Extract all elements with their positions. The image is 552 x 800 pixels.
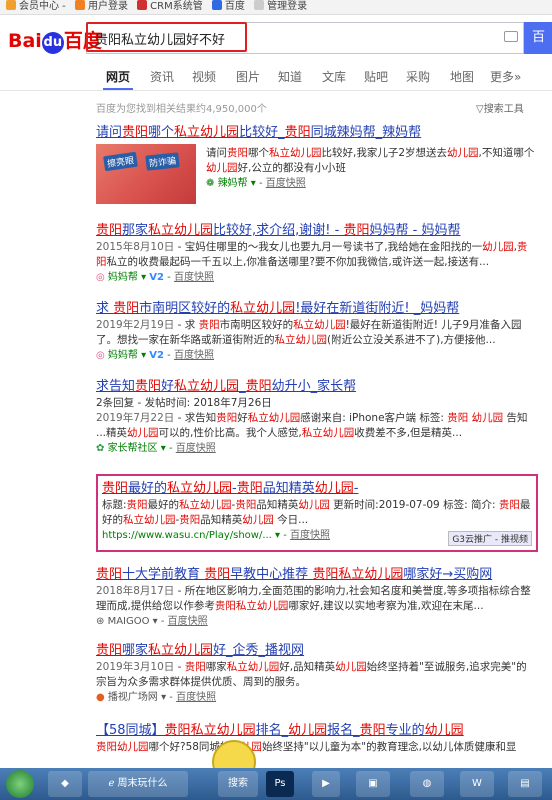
result-desc: 2019年7月22日 - 求告知贵阳好私立幼儿园感谢来自: iPhone客户端 …: [96, 412, 528, 439]
result-title[interactable]: 贵阳最好的私立幼儿园-贵阳品知精英幼儿园-: [102, 480, 532, 498]
tab-wenku[interactable]: 文库: [322, 68, 346, 85]
result-body: 请问贵阳哪个私立幼儿园比较好,我家儿子2岁想送去幼儿园,不知道哪个幼儿园好,公立…: [206, 146, 536, 191]
maigoo-icon: ⊛: [96, 616, 108, 627]
search-tabs: 网页 资讯 视频 图片 知道 文库 贴吧 采购 地图 更多»: [0, 60, 552, 91]
tab-tieba[interactable]: 贴吧: [364, 68, 388, 85]
result-item: 贵阳那家私立幼儿园比较好,求介绍,谢谢! - 贵阳妈妈帮 - 妈妈帮 2015年…: [96, 222, 536, 285]
app-icon[interactable]: ◆: [48, 771, 82, 797]
tab-web[interactable]: 网页: [106, 68, 130, 85]
start-button[interactable]: [6, 770, 34, 798]
bookmark-item[interactable]: 管理登录: [254, 0, 307, 13]
snapshot-link[interactable]: 百度快照: [176, 443, 216, 454]
search-task[interactable]: 搜索: [218, 771, 258, 797]
result-source: ✿ 家长帮社区 ▾ - 百度快照: [96, 443, 216, 454]
page-icon: [254, 0, 265, 10]
search-header: Baidu百度 百: [0, 16, 552, 60]
user-icon: [74, 0, 85, 10]
bookmark-item[interactable]: 百度: [211, 0, 245, 13]
snapshot-link[interactable]: 百度快照: [290, 530, 330, 541]
folder-icon[interactable]: ▤: [508, 771, 542, 797]
result-desc: 贵阳幼儿园哪个好?58同城的幼儿园始终坚持"以儿童为本"的教育理念,以幼儿体质健…: [96, 741, 517, 753]
tab-purchase[interactable]: 采购: [406, 68, 430, 85]
result-source: ◎ 妈妈帮 ▾ V2 - 百度快照: [96, 272, 214, 283]
tab-more[interactable]: 更多»: [490, 68, 521, 85]
result-desc: 2019年2月19日 - 求 贵阳市南明区较好的私立幼儿园!最好在新道街附近! …: [96, 319, 522, 346]
result-title[interactable]: 请问贵阳哪个私立幼儿园比较好_贵阳同城辣妈帮_辣妈帮: [96, 124, 536, 142]
result-thumbnail[interactable]: 擦亮眼 防诈骗: [96, 144, 196, 204]
baidu-paw-icon: [211, 0, 222, 10]
bookmark-item[interactable]: 用户登录: [74, 0, 128, 13]
result-source: ◎ 妈妈帮 ▾ V2 - 百度快照: [96, 350, 214, 361]
crm-icon: [137, 0, 148, 10]
search-button[interactable]: 百: [524, 22, 552, 54]
result-title[interactable]: 贵阳哪家私立幼儿园好_企秀_播视网: [96, 642, 536, 660]
bookmark-item[interactable]: 会员中心 -: [6, 0, 66, 13]
promotion-tag[interactable]: G3云推广 - 推视频: [448, 531, 532, 546]
tab-map[interactable]: 地图: [450, 68, 474, 85]
result-desc: 2015年8月10日 - 宝妈住哪里的～我女儿也要九月一号读书了,我给她在金阳找…: [96, 241, 528, 268]
result-desc: 2019年3月10日 - 贵阳哪家私立幼儿园好,品知精英幼儿园始终坚持着"至诚服…: [96, 661, 527, 688]
snapshot-link[interactable]: 百度快照: [174, 272, 214, 283]
v2-badge: V2: [149, 350, 164, 361]
result-title[interactable]: 求告知贵阳好私立幼儿园_贵阳幼升小_家长帮: [96, 378, 536, 396]
play-icon: ●: [96, 692, 108, 703]
windows-taskbar: ◆ ℯ 周末玩什么 搜索 Ps ▶ ▣ ◍ W ▤: [0, 768, 552, 800]
tab-zhidao[interactable]: 知道: [278, 68, 302, 85]
result-item: 【58同城】贵阳私立幼儿园排名_幼儿园报名_贵阳专业的幼儿园 贵阳幼儿园哪个好?…: [96, 722, 536, 755]
tab-images[interactable]: 图片: [236, 68, 260, 85]
result-desc: 2018年8月17日 - 所在地区影响力,全面范围的影响力,社会知名度和美誉度,…: [96, 585, 531, 612]
result-count: 百度为您找到相关结果约4,950,000个: [96, 104, 267, 115]
result-title[interactable]: 贵阳那家私立幼儿园比较好,求介绍,谢谢! - 贵阳妈妈帮 - 妈妈帮: [96, 222, 536, 240]
result-item: 求告知贵阳好私立幼儿园_贵阳幼升小_家长帮 2条回复 - 发帖时间: 2018年…: [96, 378, 536, 456]
browser-icon[interactable]: ◍: [410, 771, 444, 797]
thumb-sticker: 防诈骗: [145, 152, 180, 171]
result-desc: 请问贵阳哪个私立幼儿园比较好,我家儿子2岁想送去幼儿园,不知道哪个幼儿园好,公立…: [206, 147, 535, 174]
result-title[interactable]: 【58同城】贵阳私立幼儿园排名_幼儿园报名_贵阳专业的幼儿园: [96, 722, 536, 740]
result-desc: 标题:贵阳最好的私立幼儿园-贵阳品知精英幼儿园 更新时间:2019-07-09 …: [102, 499, 531, 526]
search-tools-button[interactable]: ▽搜索工具: [476, 100, 524, 115]
result-item: 求 贵阳市南明区较好的私立幼儿园!最好在新道街附近! _妈妈帮 2019年2月1…: [96, 300, 536, 363]
app-icon[interactable]: ▣: [356, 771, 390, 797]
result-item: 贵阳哪家私立幼儿园好_企秀_播视网 2019年3月10日 - 贵阳哪家私立幼儿园…: [96, 642, 536, 705]
result-title[interactable]: 求 贵阳市南明区较好的私立幼儿园!最好在新道街附近! _妈妈帮: [96, 300, 536, 318]
tab-video[interactable]: 视频: [192, 68, 216, 85]
member-icon: [6, 0, 16, 10]
promoted-result-box: 贵阳最好的私立幼儿园-贵阳品知精英幼儿园- 标题:贵阳最好的私立幼儿园-贵阳品知…: [96, 474, 538, 552]
query-highlight-box: [86, 22, 247, 52]
result-source: ❁ 辣妈帮 ▾ - 百度快照: [206, 178, 306, 189]
result-source: ● 播视广场网 ▾ - 百度快照: [96, 692, 217, 703]
result-source: ⊛ MAIGOO ▾ - 百度快照: [96, 616, 208, 627]
bookmarks-bar: 会员中心 - 用户登录 CRM系统管 百度 管理登录: [0, 0, 552, 15]
mama-icon: ◎: [96, 350, 108, 361]
snapshot-link[interactable]: 百度快照: [266, 178, 306, 189]
result-meta: 2条回复 - 发帖时间: 2018年7月26日: [96, 397, 272, 409]
photoshop-task[interactable]: Ps: [266, 771, 294, 797]
app-icon[interactable]: W: [460, 771, 494, 797]
tab-news[interactable]: 资讯: [150, 68, 174, 85]
result-title[interactable]: 贵阳十大学前教育 贵阳早教中心推荐 贵阳私立幼儿园哪家好→买购网: [96, 566, 536, 584]
camera-icon[interactable]: [504, 31, 518, 42]
snapshot-link[interactable]: 百度快照: [168, 616, 208, 627]
snapshot-link[interactable]: 百度快照: [174, 350, 214, 361]
parents-icon: ✿: [96, 443, 108, 454]
browser-task[interactable]: ℯ 周末玩什么: [88, 771, 188, 797]
thumb-sticker: 擦亮眼: [103, 151, 138, 172]
result-item: 请问贵阳哪个私立幼儿园比较好_贵阳同城辣妈帮_辣妈帮 擦亮眼 防诈骗 请问贵阳哪…: [96, 124, 536, 220]
snapshot-link[interactable]: 百度快照: [176, 692, 216, 703]
source-icon: ❁: [206, 178, 218, 189]
bookmark-item[interactable]: CRM系统管: [137, 0, 203, 13]
v2-badge: V2: [149, 272, 164, 283]
media-player-icon[interactable]: ▶: [312, 771, 340, 797]
active-tab-underline: [103, 88, 133, 90]
result-item: 贵阳十大学前教育 贵阳早教中心推荐 贵阳私立幼儿园哪家好→买购网 2018年8月…: [96, 566, 536, 629]
mama-icon: ◎: [96, 272, 108, 283]
ie-icon: ℯ: [108, 778, 118, 789]
